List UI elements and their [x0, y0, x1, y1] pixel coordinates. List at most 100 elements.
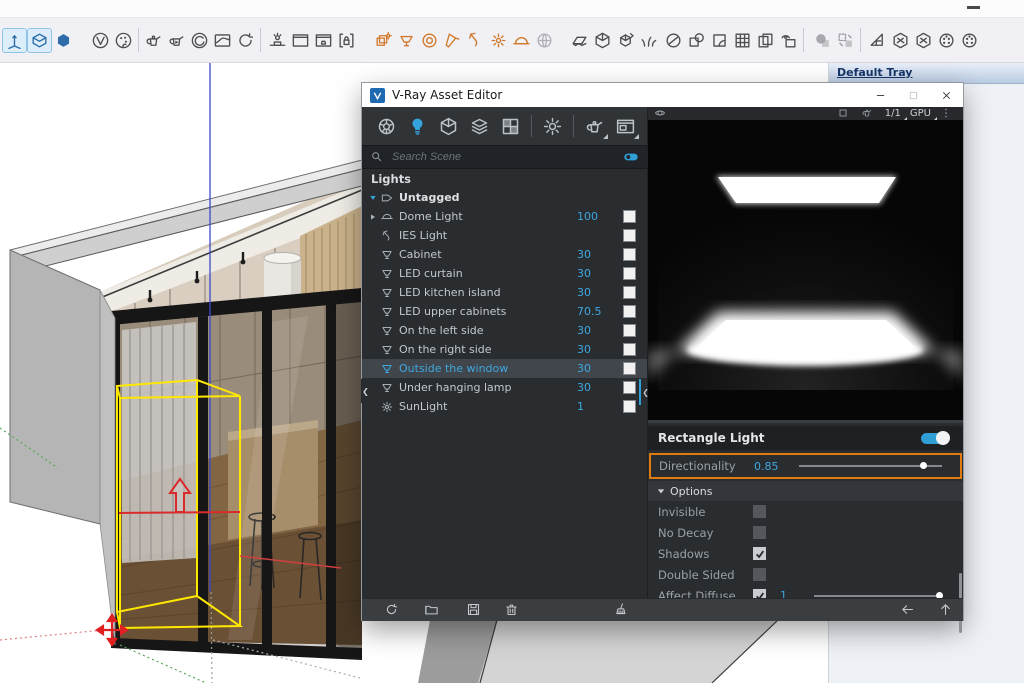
- component-cube-icon[interactable]: [52, 29, 75, 52]
- palette-icon[interactable]: [112, 29, 135, 52]
- light-intensity-value[interactable]: 30: [577, 324, 623, 337]
- tray-sun-icon[interactable]: [266, 29, 289, 52]
- option-checkbox[interactable]: [753, 505, 766, 518]
- pane-splitter[interactable]: ❮: [639, 379, 649, 405]
- light-row-untagged[interactable]: Untagged: [362, 188, 647, 207]
- light-intensity-value[interactable]: 1: [577, 400, 623, 413]
- option-checkbox[interactable]: [753, 526, 766, 539]
- swirl-icon[interactable]: [188, 29, 211, 52]
- dome-light-icon[interactable]: [510, 29, 533, 52]
- preview-menu-icon[interactable]: [940, 107, 953, 120]
- expand-right-icon[interactable]: [367, 211, 378, 222]
- slider-knob[interactable]: [920, 462, 927, 469]
- light-intensity-value[interactable]: 30: [577, 267, 623, 280]
- sphere-square-icon[interactable]: [811, 29, 834, 52]
- minimize-button[interactable]: [864, 83, 897, 107]
- light-enabled-checkbox[interactable]: [623, 362, 636, 375]
- light-enabled-checkbox[interactable]: [623, 210, 636, 223]
- proxy-cube-icon[interactable]: [591, 29, 614, 52]
- light-row-on-the-left-side[interactable]: On the left side30: [362, 321, 647, 340]
- light-row-under-hanging-lamp[interactable]: Under hanging lamp30: [362, 378, 647, 397]
- preview-render-icon[interactable]: [861, 107, 874, 120]
- light-intensity-value[interactable]: 30: [577, 286, 623, 299]
- layers-tab-icon[interactable]: [467, 114, 492, 139]
- light-row-cabinet[interactable]: Cabinet30: [362, 245, 647, 264]
- vray-window-titlebar[interactable]: V-Ray Asset Editor: [362, 83, 963, 107]
- light-row-led-upper-cabinets[interactable]: LED upper cabinets70.5: [362, 302, 647, 321]
- save-icon[interactable]: [466, 602, 481, 617]
- light-enabled-toggle[interactable]: [921, 433, 949, 444]
- light-enabled-checkbox[interactable]: [623, 305, 636, 318]
- light-enabled-checkbox[interactable]: [623, 324, 636, 337]
- frame-rect-icon[interactable]: [211, 29, 234, 52]
- delete-icon[interactable]: [504, 602, 519, 617]
- light-enabled-checkbox[interactable]: [623, 343, 636, 356]
- checker-circle-icon[interactable]: [935, 29, 958, 52]
- omni-light-icon[interactable]: [487, 29, 510, 52]
- collapse-left-chevron[interactable]: ❮: [361, 379, 370, 403]
- directionality-value[interactable]: 0.85: [754, 460, 799, 473]
- sphere-gray-icon[interactable]: [533, 29, 556, 52]
- teapot-play-icon[interactable]: [165, 29, 188, 52]
- light-enabled-checkbox[interactable]: [623, 229, 636, 242]
- light-intensity-value[interactable]: 100: [577, 210, 623, 223]
- rect-light-icon[interactable]: [395, 29, 418, 52]
- checker-cube-icon[interactable]: [912, 29, 935, 52]
- clipper-icon[interactable]: [662, 29, 685, 52]
- directionality-slider[interactable]: [799, 465, 942, 467]
- light-enabled-checkbox[interactable]: [623, 381, 636, 394]
- search-input[interactable]: [390, 150, 623, 164]
- preview-orbit-icon[interactable]: [654, 107, 667, 120]
- light-gen-icon[interactable]: [372, 29, 395, 52]
- default-tray-header[interactable]: Default Tray: [829, 62, 1024, 84]
- light-row-ies-light[interactable]: IES Light: [362, 226, 647, 245]
- stack-frames-icon[interactable]: [754, 29, 777, 52]
- refresh-icon[interactable]: [234, 29, 257, 52]
- checker-circle-icon[interactable]: [958, 29, 981, 52]
- light-enabled-checkbox[interactable]: [623, 267, 636, 280]
- swap-dots-icon[interactable]: [834, 29, 857, 52]
- light-intensity-value[interactable]: 30: [577, 248, 623, 261]
- option-checkbox[interactable]: [753, 568, 766, 581]
- inf-plane-icon[interactable]: [568, 29, 591, 52]
- light-enabled-checkbox[interactable]: [623, 286, 636, 299]
- up-arrow-icon[interactable]: [938, 602, 953, 617]
- light-row-led-curtain[interactable]: LED curtain30: [362, 264, 647, 283]
- expand-down-icon[interactable]: [367, 192, 378, 203]
- light-intensity-value[interactable]: 30: [577, 381, 623, 394]
- minimize-dash-icon[interactable]: [967, 6, 980, 9]
- checker-plane-icon[interactable]: [866, 29, 889, 52]
- eye-frame-icon[interactable]: [777, 29, 800, 52]
- open-folder-icon[interactable]: [424, 602, 439, 617]
- sphere-light-icon[interactable]: [418, 29, 441, 52]
- window-teapot-icon[interactable]: [312, 29, 335, 52]
- displace-icon[interactable]: [708, 29, 731, 52]
- frame-buffer-tab-icon[interactable]: [613, 114, 638, 139]
- lock-icon[interactable]: [335, 29, 358, 52]
- checker-cube-icon[interactable]: [889, 29, 912, 52]
- engine-selector[interactable]: GPU: [910, 108, 933, 119]
- render-preview[interactable]: [648, 120, 963, 423]
- proxy-export-icon[interactable]: [614, 29, 637, 52]
- option-checkbox[interactable]: [753, 547, 766, 560]
- back-arrow-icon[interactable]: [900, 602, 915, 617]
- light-row-outside-the-window[interactable]: Outside the window30: [362, 359, 647, 378]
- light-enabled-checkbox[interactable]: [623, 400, 636, 413]
- ies-light-icon[interactable]: [464, 29, 487, 52]
- light-intensity-value[interactable]: 30: [577, 343, 623, 356]
- preview-progress[interactable]: 1/1: [885, 108, 903, 119]
- light-row-dome-light[interactable]: Dome Light100: [362, 207, 647, 226]
- maximize-button[interactable]: [897, 83, 930, 107]
- render-elements-tab-icon[interactable]: [498, 114, 523, 139]
- light-intensity-value[interactable]: 70.5: [577, 305, 623, 318]
- update-icon[interactable]: [384, 602, 399, 617]
- rotate-tool-icon[interactable]: [27, 28, 52, 53]
- close-button[interactable]: [930, 83, 963, 107]
- light-enabled-checkbox[interactable]: [623, 248, 636, 261]
- teapot-icon[interactable]: [142, 29, 165, 52]
- light-intensity-value[interactable]: 30: [577, 362, 623, 375]
- purge-icon[interactable]: [614, 602, 629, 617]
- axes-tool-icon[interactable]: [2, 28, 27, 53]
- spot-light-icon[interactable]: [441, 29, 464, 52]
- mesh-clip-icon[interactable]: [685, 29, 708, 52]
